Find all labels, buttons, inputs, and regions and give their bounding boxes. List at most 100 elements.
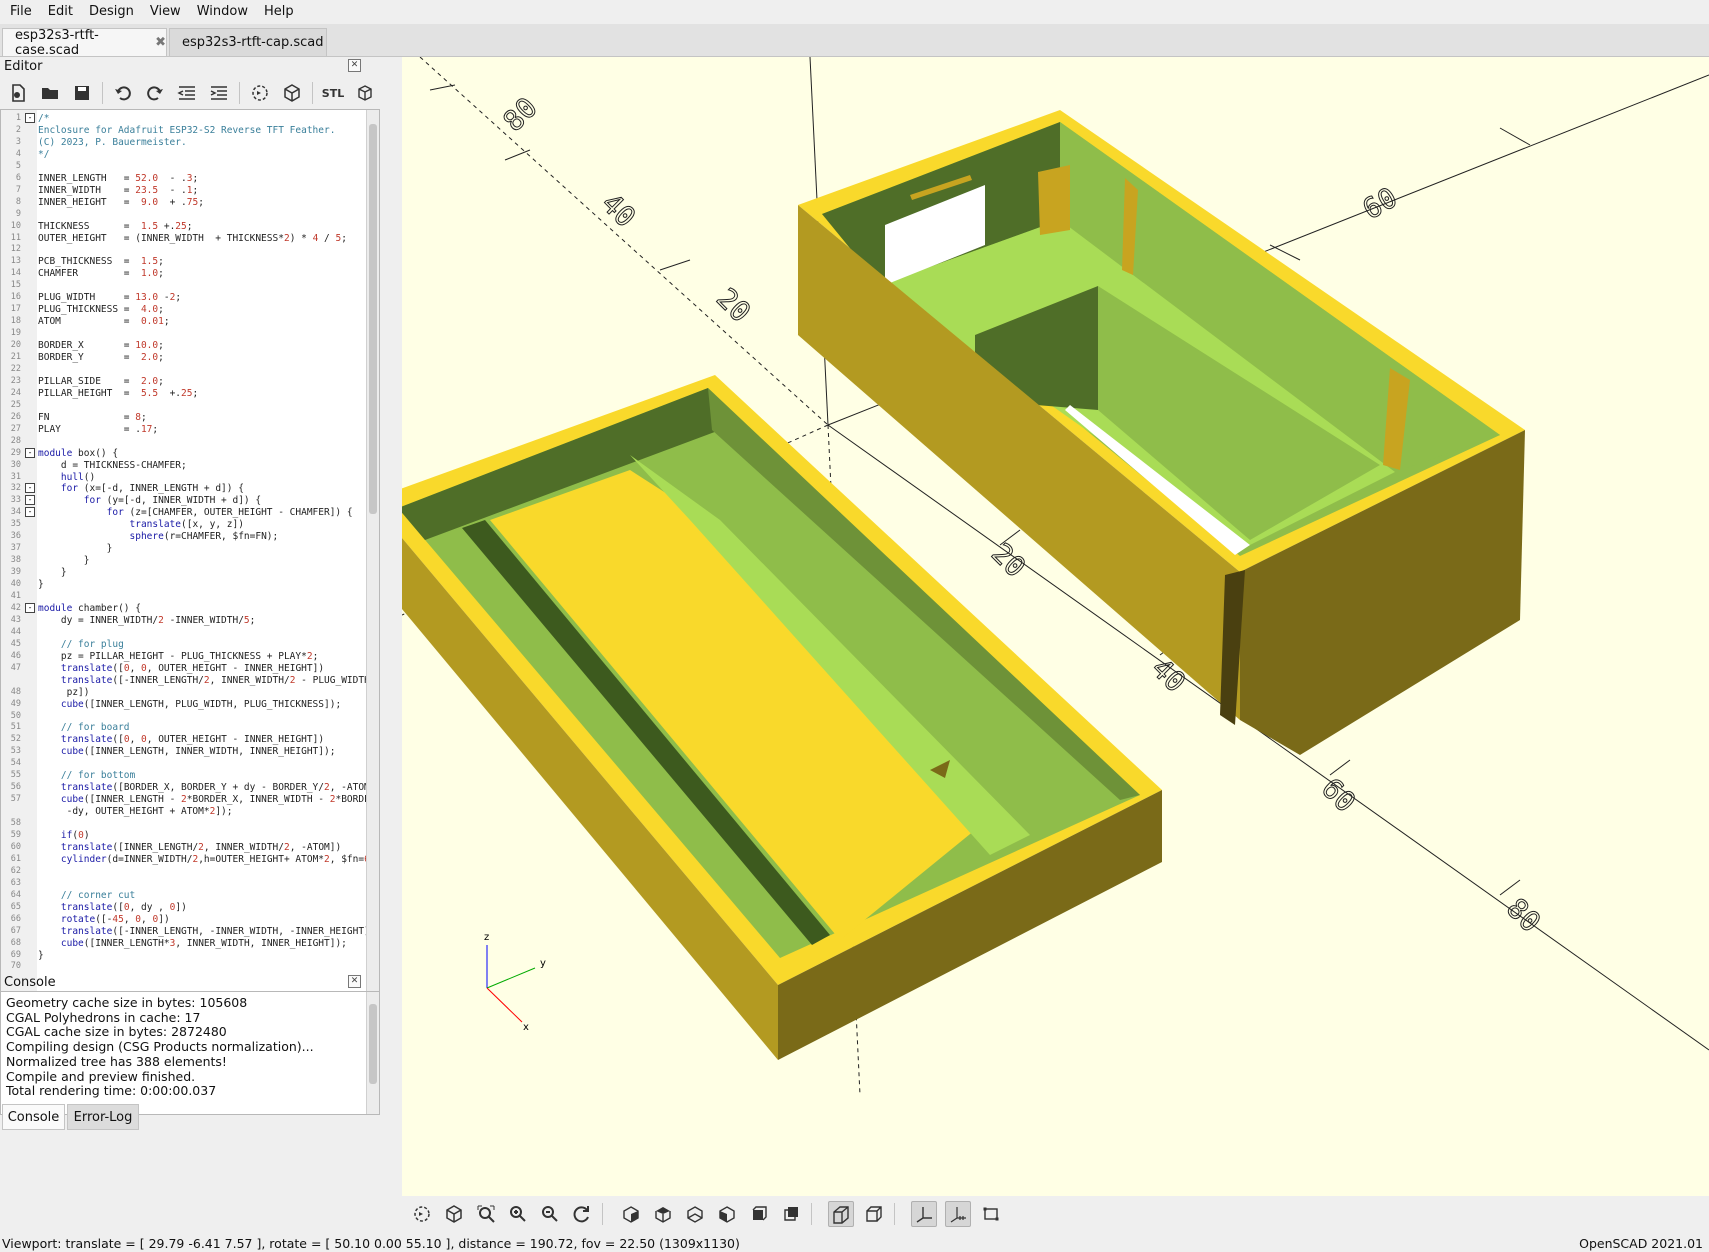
- save-icon[interactable]: [70, 81, 94, 105]
- toolbar-separator: [811, 1203, 812, 1225]
- menu-file[interactable]: File: [0, 4, 38, 19]
- fold-toggle-icon[interactable]: -: [25, 507, 35, 518]
- open-file-icon[interactable]: [38, 81, 62, 105]
- menu-edit[interactable]: Edit: [38, 4, 79, 19]
- editor-scrollbar[interactable]: [366, 110, 379, 1040]
- send-to-3d-print-icon[interactable]: [353, 81, 377, 105]
- stl-label: STL: [321, 86, 345, 100]
- console-scroll-thumb[interactable]: [369, 1004, 377, 1084]
- reset-view-icon[interactable]: [570, 1202, 594, 1226]
- render-icon[interactable]: [280, 81, 304, 105]
- fold-toggle-icon[interactable]: -: [25, 483, 35, 494]
- console-line: Geometry cache size in bytes: 105608: [6, 995, 248, 1010]
- zoom-in-icon[interactable]: [506, 1202, 530, 1226]
- z-label: z: [484, 932, 489, 943]
- render-icon[interactable]: [442, 1202, 466, 1226]
- zoom-out-icon[interactable]: [538, 1202, 562, 1226]
- show-axes-icon[interactable]: [911, 1201, 937, 1227]
- code-area[interactable]: 1-/* 2 Enclosure for Adafruit ESP32-S2 Rev…: [1, 110, 367, 1040]
- show-edges-icon[interactable]: [979, 1202, 1003, 1226]
- front-view-icon[interactable]: [747, 1202, 771, 1226]
- new-file-icon[interactable]: [6, 81, 30, 105]
- fold-toggle-icon[interactable]: -: [25, 113, 35, 123]
- console-line: Compiling design (CSG Products normaliza…: [6, 1039, 314, 1055]
- editor-title: Editor: [4, 59, 43, 74]
- tab-error-log[interactable]: Error-Log: [67, 1104, 139, 1130]
- axis-gizmo: z y x: [484, 932, 546, 1033]
- viewport-toolbar: [402, 1196, 1709, 1232]
- fold-toggle-icon[interactable]: -: [25, 602, 35, 613]
- code-line[interactable]: 70: [1, 960, 367, 973]
- y-label: y: [540, 958, 546, 969]
- menu-view[interactable]: View: [140, 4, 187, 19]
- scale-label: 20: [985, 537, 1032, 584]
- left-pane: Editor ✕ STL 1-/* 2 Enclosure for Adafruit…: [0, 57, 398, 1235]
- editor-scroll-thumb[interactable]: [369, 124, 377, 514]
- indent-icon[interactable]: [207, 81, 231, 105]
- fold-toggle-icon[interactable]: -: [25, 495, 35, 506]
- top-view-icon[interactable]: [651, 1202, 675, 1226]
- menu-window[interactable]: Window: [187, 4, 254, 19]
- line-number: 70: [10, 961, 21, 972]
- right-view-icon[interactable]: [619, 1202, 643, 1226]
- unindent-icon[interactable]: [175, 81, 199, 105]
- file-tab-bar: esp32s3-rtft-case.scad ✖ esp32s3-rtft-ca…: [0, 24, 1709, 58]
- menu-help[interactable]: Help: [254, 4, 300, 19]
- 3d-scene: 80 40 20 20 40 60 80 60 z y x: [402, 57, 1709, 1096]
- console-line: CGAL cache size in bytes: 2872480: [6, 1024, 227, 1040]
- toolbar-separator: [102, 82, 103, 104]
- console-line: Compile and preview finished.: [6, 1068, 196, 1084]
- y-axis-gizmo: [486, 967, 536, 989]
- grid-tick: [1499, 127, 1531, 146]
- toolbar-separator: [894, 1203, 895, 1225]
- tab-label: esp32s3-rtft-cap.scad: [182, 35, 324, 50]
- toolbar-separator: [312, 82, 313, 104]
- back-view-icon[interactable]: [779, 1202, 803, 1226]
- console-title: Console: [4, 975, 56, 990]
- tab-esp32s3-rtft-case[interactable]: esp32s3-rtft-case.scad ✖: [2, 27, 167, 58]
- x-label: x: [523, 1022, 529, 1033]
- export-stl-icon[interactable]: STL: [321, 81, 345, 105]
- left-view-icon[interactable]: [715, 1202, 739, 1226]
- undo-icon[interactable]: [111, 81, 135, 105]
- grid-tick: [1499, 879, 1521, 896]
- console-scrollbar[interactable]: [366, 992, 379, 1114]
- view-all-icon[interactable]: [474, 1202, 498, 1226]
- console-line: CGAL Polyhedrons in cache: 17: [6, 1009, 201, 1025]
- console-line: Normalized tree has 388 elements!: [6, 1053, 227, 1069]
- code-editor[interactable]: 1-/* 2 Enclosure for Adafruit ESP32-S2 Rev…: [0, 109, 380, 1041]
- redo-icon[interactable]: [143, 81, 167, 105]
- show-scale-markers-icon[interactable]: [945, 1201, 971, 1227]
- tab-esp32s3-rtft-cap[interactable]: esp32s3-rtft-cap.scad: [169, 28, 327, 56]
- status-bar: Viewport: translate = [ 29.79 -6.41 7.57…: [0, 1236, 1709, 1252]
- x-axis-gizmo: [486, 987, 523, 1023]
- console-line: Total rendering time: 0:00:00.037: [6, 1083, 217, 1099]
- close-tab-icon[interactable]: ✖: [155, 35, 166, 50]
- 3d-viewport[interactable]: 80 40 20 20 40 60 80 60 z y x: [402, 57, 1709, 1196]
- preview-icon[interactable]: [410, 1202, 434, 1226]
- scale-label: 80: [497, 91, 544, 138]
- fold-toggle-icon[interactable]: -: [25, 447, 35, 458]
- app-version: OpenSCAD 2021.01: [1579, 1236, 1703, 1251]
- menu-bar: File Edit Design View Window Help: [0, 0, 1709, 22]
- bottom-view-icon[interactable]: [683, 1202, 707, 1226]
- console-output[interactable]: Geometry cache size in bytes: 105608 CGAL…: [0, 991, 380, 1115]
- orthogonal-icon[interactable]: [862, 1202, 886, 1226]
- tab-console[interactable]: Console: [2, 1104, 65, 1130]
- toolbar-separator: [602, 1203, 603, 1225]
- console-close-icon[interactable]: ✕: [348, 975, 361, 988]
- scale-label: 60: [1315, 772, 1362, 819]
- grid-tick: [659, 259, 691, 271]
- scale-label: 80: [1500, 892, 1547, 939]
- scale-label: 40: [595, 187, 642, 234]
- editor-toolbar: STL: [6, 81, 385, 105]
- x-axis-negative-line: [419, 57, 829, 426]
- tab-label: esp32s3-rtft-case.scad: [15, 27, 99, 58]
- menu-design[interactable]: Design: [79, 4, 140, 19]
- grid-tick: [429, 84, 456, 91]
- viewport-info: Viewport: translate = [ 29.79 -6.41 7.57…: [2, 1236, 740, 1251]
- perspective-icon[interactable]: [828, 1201, 854, 1227]
- grid-tick: [504, 149, 531, 161]
- preview-icon[interactable]: [248, 81, 272, 105]
- editor-close-icon[interactable]: ✕: [348, 59, 361, 72]
